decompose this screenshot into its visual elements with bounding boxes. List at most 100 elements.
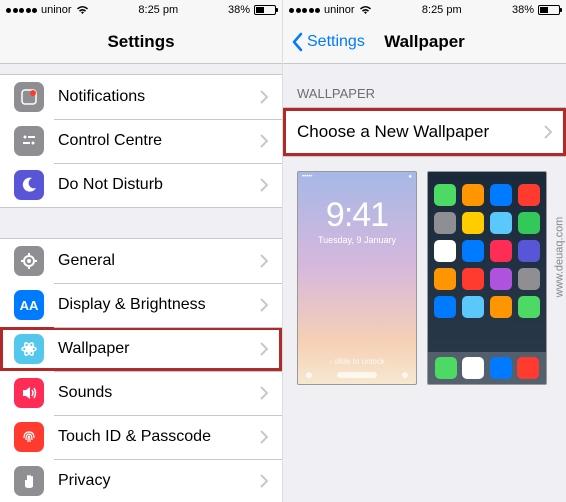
settings-group-1: Notifications Control Centre Do Not Dist…	[0, 74, 282, 208]
row-sounds[interactable]: Sounds	[0, 371, 282, 415]
chevron-right-icon	[260, 342, 268, 356]
app-icon	[462, 268, 484, 290]
chevron-left-icon	[291, 32, 303, 52]
row-label: Control Centre	[58, 132, 260, 150]
battery-icon	[254, 5, 276, 15]
notifications-icon	[14, 82, 44, 112]
row-label: General	[58, 252, 260, 270]
nav-title: Settings	[107, 32, 174, 52]
wallpaper-content: WALLPAPER Choose a New Wallpaper •••••● …	[283, 64, 566, 502]
moon-icon	[14, 170, 44, 200]
wallpaper-screen: uninor 8:25 pm 38% Settings Wallpaper WA…	[283, 0, 566, 502]
battery-pct: 38%	[228, 4, 250, 16]
chevron-right-icon	[260, 134, 268, 148]
row-control-centre[interactable]: Control Centre	[0, 119, 282, 163]
row-notifications[interactable]: Notifications	[0, 75, 282, 119]
lock-bottom	[298, 372, 416, 378]
dock-app-icon	[462, 357, 484, 379]
row-general[interactable]: General	[0, 239, 282, 283]
row-label: Privacy	[58, 472, 260, 490]
row-display-brightness[interactable]: AA Display & Brightness	[0, 283, 282, 327]
row-label: Notifications	[58, 88, 260, 106]
back-label: Settings	[307, 33, 365, 51]
lock-screen-preview[interactable]: •••••● 9:41 Tuesday, 9 January › slide t…	[297, 171, 417, 385]
chevron-right-icon	[260, 430, 268, 444]
choose-label: Choose a New Wallpaper	[297, 122, 544, 142]
app-icon	[462, 212, 484, 234]
carrier-label: uninor	[41, 4, 72, 16]
chevron-right-icon	[260, 178, 268, 192]
row-label: Sounds	[58, 384, 260, 402]
app-icon	[518, 184, 540, 206]
app-icon	[490, 184, 512, 206]
app-icon	[434, 296, 456, 318]
wifi-icon	[359, 5, 372, 15]
lock-time: 9:41	[326, 196, 388, 235]
status-bar: uninor 8:25 pm 38%	[283, 0, 566, 20]
app-icon	[518, 212, 540, 234]
status-time: 8:25 pm	[138, 4, 178, 16]
app-icon	[434, 268, 456, 290]
gear-icon	[14, 246, 44, 276]
lock-date: Tuesday, 9 January	[318, 235, 396, 245]
settings-screen: uninor 8:25 pm 38% Settings Notification…	[0, 0, 283, 502]
row-touch-id[interactable]: Touch ID & Passcode	[0, 415, 282, 459]
row-label: Display & Brightness	[58, 296, 260, 314]
settings-group-2: General AA Display & Brightness Wallpape…	[0, 238, 282, 502]
app-icon	[462, 240, 484, 262]
watermark: www.deuaq.com	[554, 217, 566, 298]
hand-icon	[14, 466, 44, 496]
dock-app-icon	[490, 357, 512, 379]
slide-hint: › slide to unlock	[298, 357, 416, 366]
battery-pct: 38%	[512, 4, 534, 16]
chevron-right-icon	[260, 474, 268, 488]
nav-bar: Settings	[0, 20, 282, 64]
carrier-label: uninor	[324, 4, 355, 16]
app-icon	[490, 268, 512, 290]
app-icon	[490, 296, 512, 318]
row-do-not-disturb[interactable]: Do Not Disturb	[0, 163, 282, 207]
app-icon	[518, 296, 540, 318]
settings-content: Notifications Control Centre Do Not Dist…	[0, 64, 282, 502]
row-wallpaper[interactable]: Wallpaper	[0, 327, 282, 371]
wallpaper-previews: •••••● 9:41 Tuesday, 9 January › slide t…	[283, 157, 566, 399]
app-icon	[462, 184, 484, 206]
wifi-icon	[76, 5, 89, 15]
chevron-right-icon	[260, 298, 268, 312]
app-icon	[490, 240, 512, 262]
home-screen-preview[interactable]	[427, 171, 547, 385]
signal-dots-icon	[6, 8, 37, 13]
back-button[interactable]: Settings	[291, 32, 365, 52]
choose-wallpaper-group: Choose a New Wallpaper	[283, 107, 566, 157]
fingerprint-icon	[14, 422, 44, 452]
app-icon	[434, 184, 456, 206]
nav-title: Wallpaper	[384, 32, 465, 52]
row-label: Touch ID & Passcode	[58, 428, 260, 446]
app-icon	[434, 212, 456, 234]
dock-app-icon	[435, 357, 457, 379]
signal-dots-icon	[289, 8, 320, 13]
nav-bar: Settings Wallpaper	[283, 20, 566, 64]
control-centre-icon	[14, 126, 44, 156]
status-bar: uninor 8:25 pm 38%	[0, 0, 282, 20]
row-label: Do Not Disturb	[58, 176, 260, 194]
app-icon	[518, 240, 540, 262]
text-size-icon: AA	[14, 290, 44, 320]
speaker-icon	[14, 378, 44, 408]
row-privacy[interactable]: Privacy	[0, 459, 282, 502]
home-dock	[428, 352, 546, 384]
chevron-right-icon	[260, 254, 268, 268]
status-time: 8:25 pm	[422, 4, 462, 16]
dock-app-icon	[517, 357, 539, 379]
choose-new-wallpaper[interactable]: Choose a New Wallpaper	[283, 108, 566, 156]
app-icon	[462, 296, 484, 318]
chevron-right-icon	[260, 386, 268, 400]
section-header: WALLPAPER	[283, 64, 566, 107]
app-icon	[490, 212, 512, 234]
chevron-right-icon	[544, 125, 552, 139]
home-app-grid	[428, 172, 546, 318]
preview-status: •••••●	[298, 172, 416, 182]
battery-icon	[538, 5, 560, 15]
row-label: Wallpaper	[58, 340, 260, 358]
flower-icon	[14, 334, 44, 364]
